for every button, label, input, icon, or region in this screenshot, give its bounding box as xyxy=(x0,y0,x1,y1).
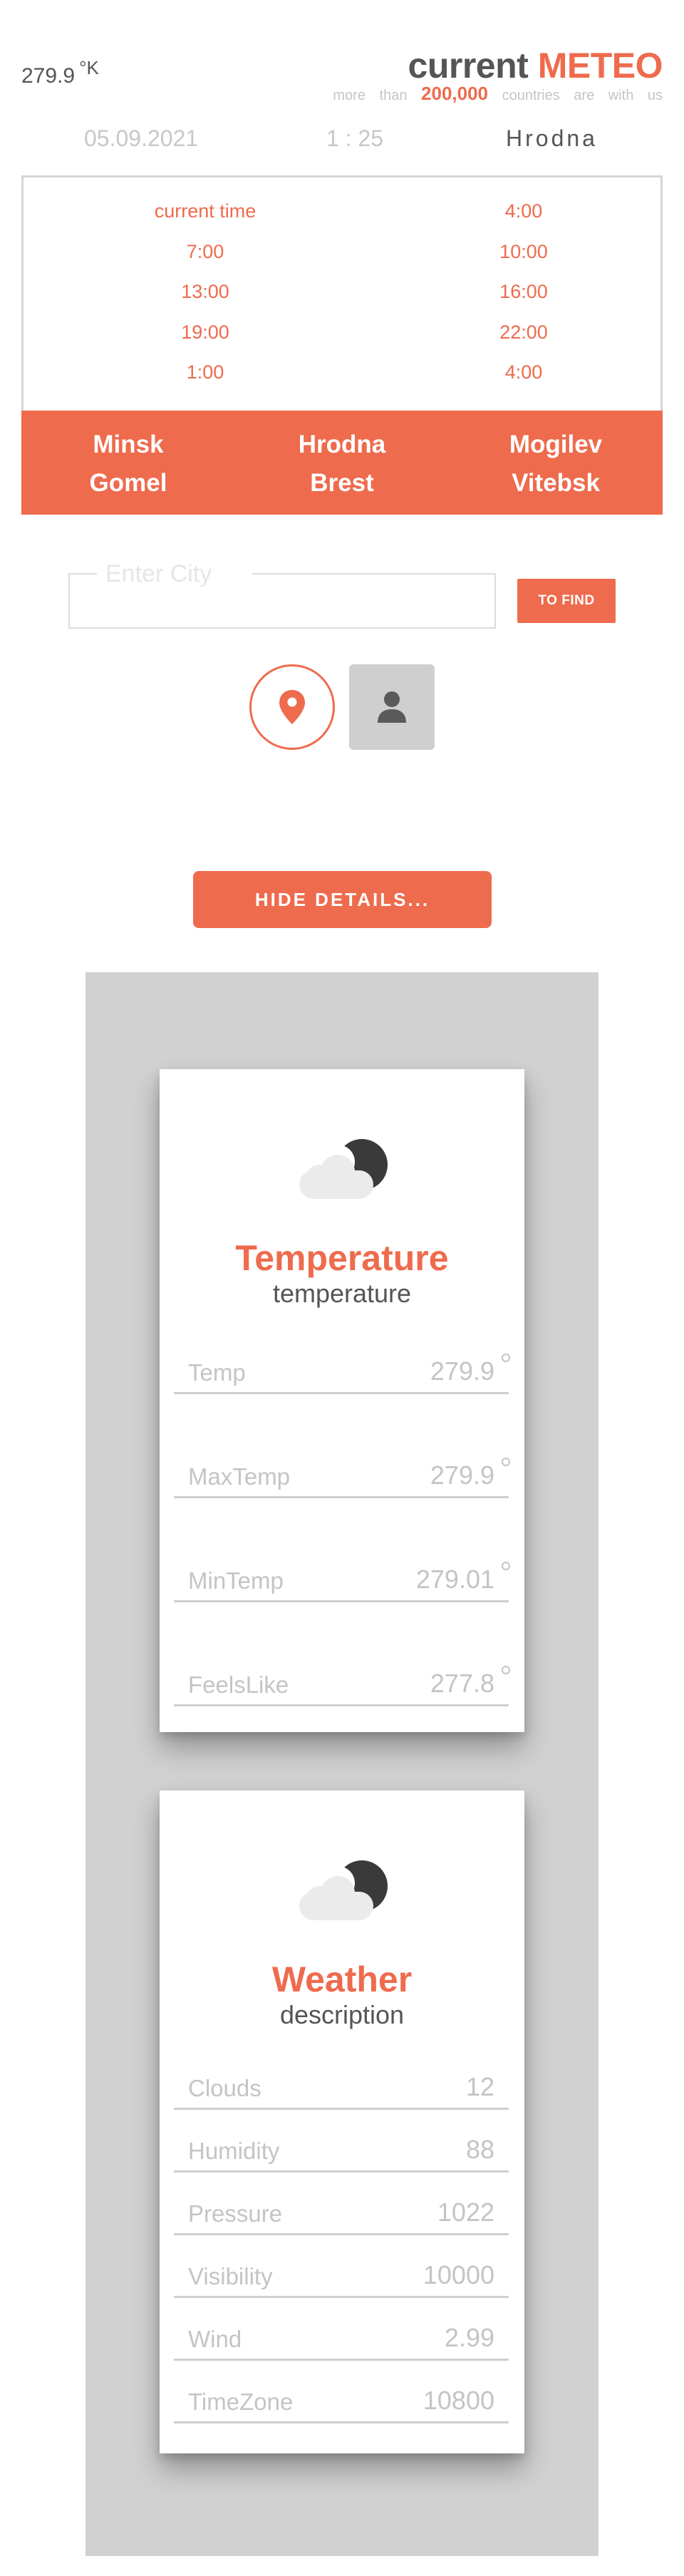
visibility-row: Visibility 10000 xyxy=(174,2255,509,2298)
time-option[interactable]: 19:00 xyxy=(98,321,312,344)
row-value: 10000 xyxy=(423,2260,494,2289)
brand-subtitle: more than 200,000 countries are with us xyxy=(333,83,663,105)
map-pin-icon xyxy=(279,690,305,724)
city-button-gomel[interactable]: Gomel xyxy=(21,469,235,498)
temperature-unit: °K xyxy=(79,57,99,78)
row-label: Humidity xyxy=(188,2138,280,2164)
row-label: Wind xyxy=(188,2326,242,2352)
city-button-vitebsk[interactable]: Vitebsk xyxy=(449,469,663,498)
degree-icon xyxy=(502,1562,510,1570)
row-value: 279.9 xyxy=(430,1460,494,1490)
user-icon xyxy=(378,691,406,723)
brand-word-current: current xyxy=(408,46,529,86)
row-value: 279.01 xyxy=(415,1565,494,1594)
card-subtitle: temperature xyxy=(272,1279,412,1308)
time-option[interactable]: 7:00 xyxy=(98,241,312,263)
cloud-moon-icon xyxy=(299,1860,388,1920)
degree-icon xyxy=(502,1458,510,1466)
hide-details-button[interactable]: HIDE DETAILS... xyxy=(193,871,492,928)
subtitle-number: 200,000 xyxy=(421,83,489,104)
city-selector: Minsk Hrodna Mogilev Gomel Brest Vitebsk xyxy=(21,411,663,515)
time-option[interactable]: 4:00 xyxy=(417,361,631,383)
current-time: 1 : 25 xyxy=(326,125,384,151)
city-button-hrodna[interactable]: Hrodna xyxy=(235,431,449,459)
degree-icon xyxy=(502,1666,510,1674)
timezone-row: TimeZone 10800 xyxy=(174,2381,509,2423)
cloud-moon-icon xyxy=(299,1139,388,1199)
current-date: 05.09.2021 xyxy=(84,125,199,151)
time-option[interactable]: 10:00 xyxy=(417,241,631,263)
time-option[interactable]: 16:00 xyxy=(417,281,631,303)
city-button-minsk[interactable]: Minsk xyxy=(21,431,235,459)
row-label: Visibility xyxy=(188,2263,273,2289)
weather-card: Weather description Clouds 12 Humidity 8… xyxy=(160,1791,524,2453)
geolocation-button[interactable] xyxy=(249,664,335,750)
subtitle-suffix: countries are with us xyxy=(502,88,663,103)
city-input[interactable] xyxy=(73,583,490,623)
city-button-mogilev[interactable]: Mogilev xyxy=(449,431,663,459)
feels-like-row: FeelsLike 277.8 xyxy=(174,1657,510,1706)
wind-row: Wind 2.99 xyxy=(174,2318,509,2361)
min-temp-row: MinTemp 279.01 xyxy=(174,1552,510,1602)
current-city: Hrodna xyxy=(506,125,598,151)
find-button[interactable]: TO FIND xyxy=(517,579,616,623)
humidity-row: Humidity 88 xyxy=(174,2130,509,2173)
time-option[interactable]: 22:00 xyxy=(417,321,631,344)
row-value: 277.8 xyxy=(430,1669,494,1698)
degree-icon xyxy=(502,1354,510,1362)
row-value: 88 xyxy=(465,2135,494,2164)
city-button-brest[interactable]: Brest xyxy=(235,469,449,498)
time-option-current[interactable]: current time xyxy=(98,200,312,222)
row-value: 279.9 xyxy=(430,1356,494,1386)
row-label: Clouds xyxy=(188,2075,261,2101)
row-label: Pressure xyxy=(188,2200,283,2227)
time-option[interactable]: 13:00 xyxy=(98,281,312,303)
row-label: TimeZone xyxy=(188,2389,294,2415)
user-button[interactable] xyxy=(349,664,435,750)
row-value: 12 xyxy=(465,2072,494,2101)
card-subtitle: description xyxy=(279,2000,405,2029)
row-label: Temp xyxy=(188,1359,246,1386)
temperature-card: Temperature temperature Temp 279.9 MaxTe… xyxy=(160,1069,524,1732)
current-temperature: 279.9 °K xyxy=(21,57,99,88)
city-search-field: Enter City xyxy=(68,560,496,629)
row-value: 2.99 xyxy=(444,2323,494,2352)
time-option[interactable]: 1:00 xyxy=(98,361,312,383)
row-label: FeelsLike xyxy=(188,1671,289,1698)
row-label: MaxTemp xyxy=(188,1463,291,1490)
row-value: 1022 xyxy=(437,2198,494,2227)
temp-row: Temp 279.9 xyxy=(174,1344,510,1394)
subtitle-prefix: more than xyxy=(333,88,408,103)
clouds-row: Clouds 12 xyxy=(174,2067,509,2110)
time-option[interactable]: 4:00 xyxy=(417,200,631,222)
brand-word-meteo: METEO xyxy=(537,46,663,86)
pressure-row: Pressure 1022 xyxy=(174,2193,509,2235)
max-temp-row: MaxTemp 279.9 xyxy=(174,1448,510,1498)
row-value: 10800 xyxy=(423,2386,494,2415)
brand-title: current METEO xyxy=(333,46,663,86)
info-row: 05.09.2021 1 : 25 Hrodna xyxy=(21,125,663,157)
brand-logo: current METEO more than 200,000 countrie… xyxy=(333,46,663,105)
forecast-times-panel: current time 4:00 7:00 10:00 13:00 16:00… xyxy=(21,175,663,411)
card-title: Weather xyxy=(271,1959,413,1999)
temperature-value: 279.9 xyxy=(21,64,76,88)
row-label: MinTemp xyxy=(188,1567,284,1594)
card-title: Temperature xyxy=(235,1238,449,1278)
